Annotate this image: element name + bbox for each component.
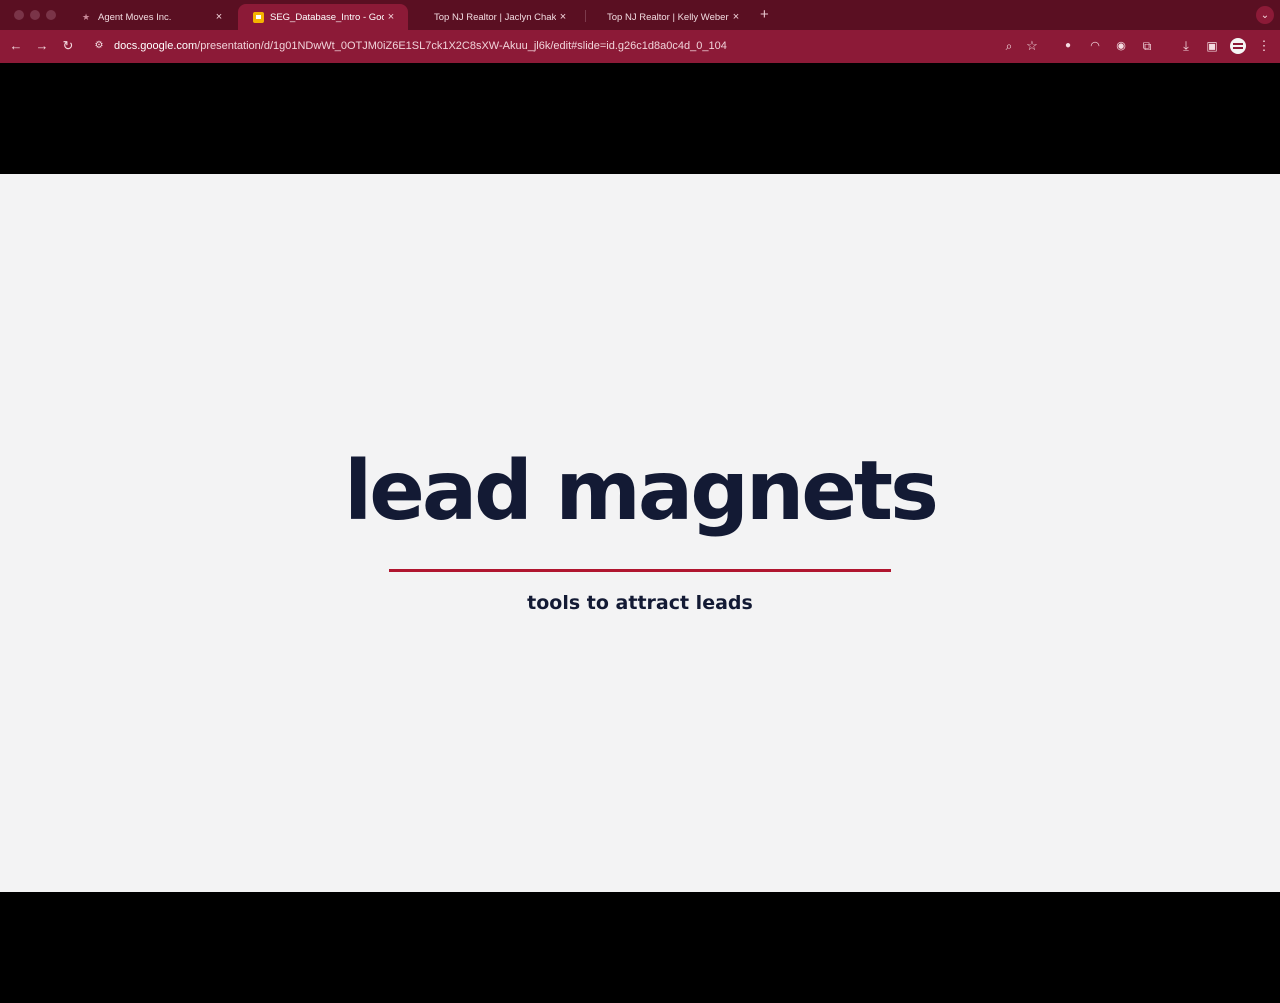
slide-divider: [389, 569, 891, 572]
profile-avatar[interactable]: [1230, 38, 1246, 54]
site-settings-icon[interactable]: ⚙: [91, 38, 107, 54]
tab-close-icon[interactable]: ×: [384, 11, 398, 23]
tab-seg-database-intro[interactable]: SEG_Database_Intro - Google Slides ×: [238, 4, 408, 30]
extensions-puzzle-icon[interactable]: ⧉: [1139, 38, 1155, 54]
tab-close-icon[interactable]: ×: [556, 11, 570, 23]
new-tab-button[interactable]: +: [760, 6, 769, 23]
zoom-icon[interactable]: ⌕: [1001, 38, 1017, 54]
tab-search-chevron-icon[interactable]: ⌄: [1256, 6, 1274, 24]
tab-strip: ★ Agent Moves Inc. × SEG_Database_Intro …: [0, 0, 1280, 30]
tab-jaclyn-chakiris[interactable]: Top NJ Realtor | Jaclyn Chakiris ×: [420, 4, 580, 30]
download-icon[interactable]: ⤓: [1178, 38, 1194, 54]
bookmark-star-icon[interactable]: ☆: [1024, 38, 1040, 54]
side-panel-icon[interactable]: ▣: [1204, 38, 1220, 54]
window-zoom-button[interactable]: [46, 10, 56, 20]
extension-circle-icon[interactable]: ◉: [1113, 38, 1129, 54]
star-favicon-icon: ★: [81, 11, 91, 22]
address-bar[interactable]: docs.google.com/presentation/d/1g01NDwWt…: [114, 40, 727, 52]
url-domain: docs.google.com: [114, 40, 198, 52]
tab-close-icon[interactable]: ×: [729, 11, 743, 23]
slide-title: lead magnets: [344, 444, 939, 539]
tab-close-icon[interactable]: ×: [212, 11, 226, 23]
menu-kebab-icon[interactable]: ⋮: [1256, 38, 1272, 54]
tab-separator: [585, 10, 586, 22]
window-minimize-button[interactable]: [30, 10, 40, 20]
tab-label: Agent Moves Inc.: [98, 11, 172, 23]
tab-label: Top NJ Realtor | Kelly Weber: [607, 11, 729, 23]
extension-arc-icon[interactable]: ◠: [1087, 38, 1103, 54]
slides-favicon-icon: [252, 11, 264, 23]
presentation-stage: lead magnets tools to attract leads: [0, 63, 1280, 1003]
tab-label: Top NJ Realtor | Jaclyn Chakiris: [434, 11, 556, 23]
tab-kelly-weber[interactable]: Top NJ Realtor | Kelly Weber ×: [593, 4, 753, 30]
slide[interactable]: lead magnets tools to attract leads: [0, 174, 1280, 892]
window-close-button[interactable]: [14, 10, 24, 20]
forward-arrow-icon[interactable]: →: [34, 38, 50, 54]
reload-icon[interactable]: ↻: [60, 38, 76, 54]
tab-label: SEG_Database_Intro - Google Slides: [270, 11, 384, 23]
tab-agent-moves[interactable]: ★ Agent Moves Inc. ×: [66, 4, 236, 30]
url-path: /presentation/d/1g01NDwWt_0OTJM0iZ6E1SL7…: [197, 40, 727, 52]
slide-subtitle: tools to attract leads: [527, 592, 753, 614]
back-arrow-icon[interactable]: ←: [8, 38, 24, 54]
browser-toolbar: ← → ↻ ⚙ docs.google.com/presentation/d/1…: [0, 30, 1280, 63]
extension-drop-icon[interactable]: ●: [1060, 38, 1076, 54]
